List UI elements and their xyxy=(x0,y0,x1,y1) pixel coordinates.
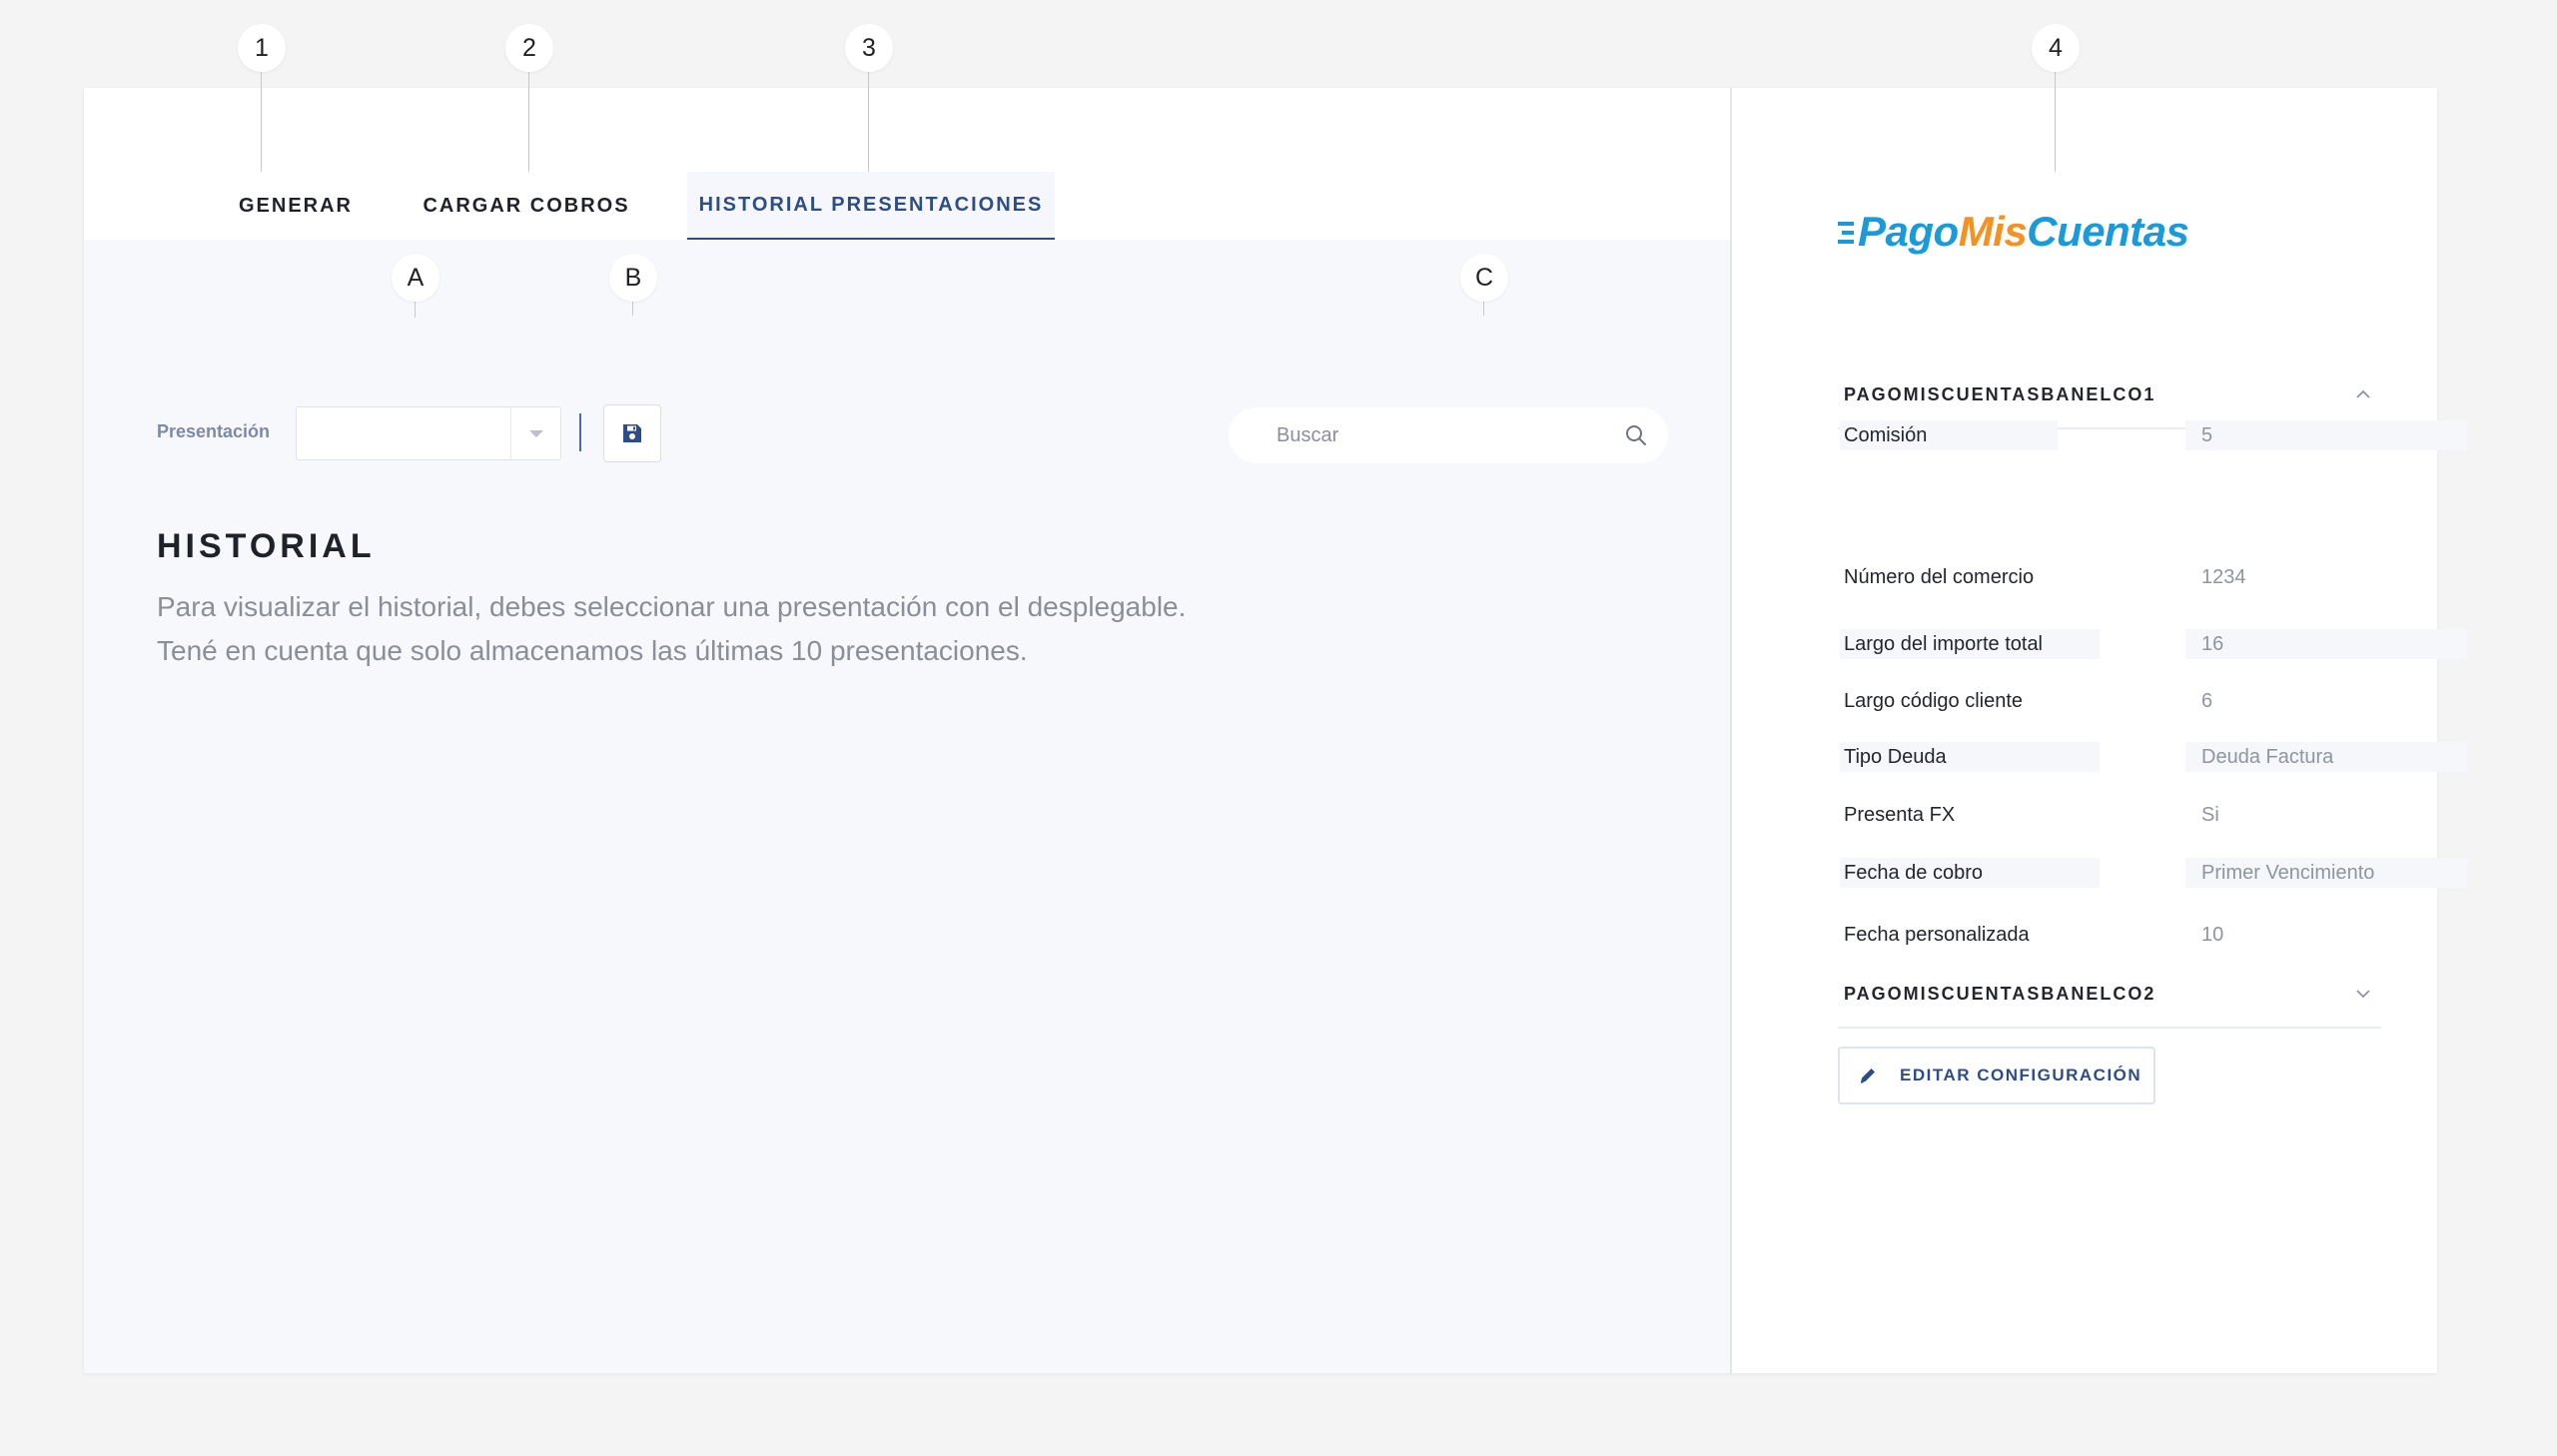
select-toggle[interactable] xyxy=(510,407,560,459)
logo-text-cuentas: Cuentas xyxy=(2027,208,2189,255)
section-title: PAGOMISCUENTASBANELCO1 xyxy=(1844,383,2156,404)
field-value-numero-comercio: 1234 xyxy=(2201,565,2246,588)
pencil-icon xyxy=(1858,1066,1878,1086)
historial-line-2: Tené en cuenta que solo almacenamos las … xyxy=(157,635,1028,666)
field-label-fecha-personalizada: Fecha personalizada xyxy=(1844,923,2030,946)
search-input[interactable] xyxy=(1277,407,1606,463)
toolbar-divider xyxy=(579,413,581,451)
callout-1: 1 xyxy=(238,24,286,72)
callout-1-label: 1 xyxy=(255,33,269,62)
save-button[interactable] xyxy=(603,404,661,462)
config-panel: Pago Mis Cuentas PAGOMISCUENTASBANELCO1 Co… xyxy=(1734,88,2467,1373)
tab-generar[interactable]: GENERAR xyxy=(204,172,388,240)
presentacion-label: Presentación xyxy=(157,421,271,441)
callout-a: A xyxy=(392,254,439,302)
callout-3-label: 3 xyxy=(862,33,876,62)
field-label-largo-codigo: Largo código cliente xyxy=(1844,689,2024,712)
chevron-down-icon[interactable] xyxy=(2353,984,2373,1004)
field-label-numero-comercio: Número del comercio xyxy=(1844,565,2035,588)
search-icon[interactable] xyxy=(1624,423,1648,447)
presentacion-select[interactable] xyxy=(296,406,561,460)
callout-2-label: 2 xyxy=(522,33,536,62)
field-value-fecha-personalizada: 10 xyxy=(2201,923,2224,946)
callout-line-b xyxy=(632,302,633,316)
callout-b: B xyxy=(609,254,657,302)
field-value-largo-importe: 16 xyxy=(2185,629,2467,659)
field-value-fecha-cobro: Primer Vencimiento xyxy=(2185,858,2467,888)
edit-config-button[interactable]: EDITAR CONFIGURACIÓN xyxy=(1838,1047,2155,1104)
logo-text-mis: Mis xyxy=(1958,208,2028,255)
section-title: PAGOMISCUENTASBANELCO2 xyxy=(1844,983,2156,1004)
callout-4: 4 xyxy=(2032,24,2080,72)
field-value-presenta-fx: Si xyxy=(2201,803,2219,826)
caret-down-icon xyxy=(528,429,543,437)
field-label-presenta-fx: Presenta FX xyxy=(1844,803,1956,826)
callout-c: C xyxy=(1460,254,1508,302)
floppy-disk-icon xyxy=(623,424,641,442)
historial-description: Para visualizar el historial, debes sele… xyxy=(157,585,1186,673)
callout-line-1 xyxy=(261,72,262,172)
callout-line-3 xyxy=(868,72,869,172)
logo-bars-icon xyxy=(1838,222,1854,244)
field-value-tipo-deuda: Deuda Factura xyxy=(2185,742,2467,772)
callout-line-4 xyxy=(2055,72,2056,172)
historial-title: HISTORIAL xyxy=(157,527,376,565)
callout-3: 3 xyxy=(845,24,893,72)
edit-config-label: EDITAR CONFIGURACIÓN xyxy=(1900,1066,2142,1085)
historial-line-1: Para visualizar el historial, debes sele… xyxy=(157,591,1187,622)
callout-c-label: C xyxy=(1474,263,1494,292)
callout-line-c xyxy=(1483,302,1484,316)
field-value-comision: 5 xyxy=(2185,420,2467,450)
field-label-comision: Comisión xyxy=(1840,420,2058,450)
callout-b-label: B xyxy=(624,263,642,292)
field-label-largo-importe: Largo del importe total xyxy=(1840,629,2100,659)
tab-cargar-cobros[interactable]: CARGAR COBROS xyxy=(412,172,641,240)
callout-line-a xyxy=(415,302,416,318)
field-value-largo-codigo: 6 xyxy=(2201,689,2213,712)
tab-bar: GENERAR CARGAR COBROS HISTORIAL PRESENTA… xyxy=(84,88,1730,240)
pagomiscuentas-logo: Pago Mis Cuentas xyxy=(1838,208,2189,256)
callout-a-label: A xyxy=(407,263,425,292)
field-label-fecha-cobro: Fecha de cobro xyxy=(1840,858,2100,888)
search-box xyxy=(1229,407,1668,463)
historial-content: Presentación Buscar HISTORIAL Para visua… xyxy=(84,240,1730,1373)
callout-line-2 xyxy=(528,72,529,172)
tab-historial-presentaciones[interactable]: HISTORIAL PRESENTACIONES xyxy=(687,172,1055,240)
callout-4-label: 4 xyxy=(2049,33,2063,62)
logo-text-pago: Pago xyxy=(1858,208,1959,255)
section-header-banelco2[interactable]: PAGOMISCUENTASBANELCO2 xyxy=(1838,961,2381,1029)
field-label-tipo-deuda: Tipo Deuda xyxy=(1840,742,2100,772)
section-header-banelco1[interactable]: PAGOMISCUENTASBANELCO1 xyxy=(1838,362,2381,429)
chevron-up-icon[interactable] xyxy=(2353,384,2373,404)
callout-2: 2 xyxy=(505,24,553,72)
